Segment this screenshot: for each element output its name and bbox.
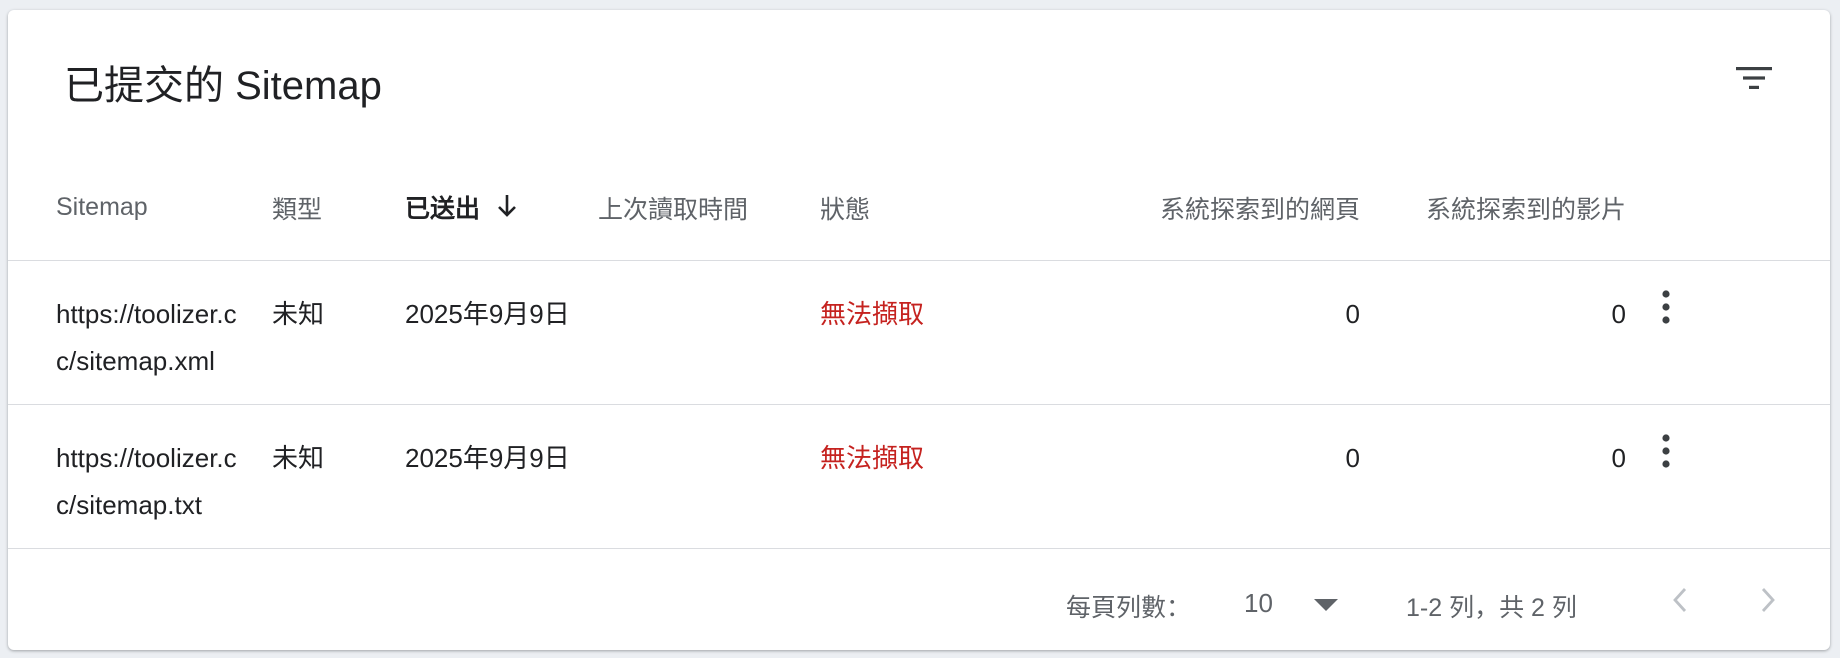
sitemap-url: https://toolizer.cc/sitemap.txt bbox=[56, 443, 237, 520]
pagination-range: 1-2 列，共 2 列 bbox=[1406, 594, 1577, 622]
sitemaps-table: Sitemap 類型 已送出 上次讀取時間 狀態 系統探索到的網頁 系統探索到的… bbox=[8, 155, 1830, 549]
header-pages-label: 系統探索到的網頁 bbox=[1159, 195, 1360, 224]
sitemap-type: 未知 bbox=[272, 443, 325, 473]
sitemap-type: 未知 bbox=[272, 299, 325, 329]
sitemap-url: https://toolizer.cc/sitemap.xml bbox=[56, 299, 237, 376]
chevron-left-icon bbox=[1673, 588, 1687, 612]
rows-per-page-value: 10 bbox=[1244, 588, 1273, 618]
cell-pages: 0 bbox=[1000, 404, 1360, 549]
filter-list-icon bbox=[1736, 67, 1772, 89]
table-row[interactable]: https://toolizer.cc/sitemap.txt 未知 2025年… bbox=[8, 404, 1830, 549]
cell-videos: 0 bbox=[1360, 404, 1626, 549]
cell-last-read bbox=[598, 260, 820, 405]
header-last-read-label: 上次讀取時間 bbox=[598, 195, 749, 224]
header-videos[interactable]: 系統探索到的影片 bbox=[1360, 155, 1626, 261]
table-row[interactable]: https://toolizer.cc/sitemap.xml 未知 2025年… bbox=[8, 260, 1830, 405]
cell-submitted: 2025年9月9日 bbox=[405, 260, 598, 405]
header-spacer bbox=[8, 155, 56, 261]
card-title: 已提交的 Sitemap bbox=[64, 64, 382, 108]
discovered-pages-count: 0 bbox=[1345, 443, 1360, 473]
header-status[interactable]: 狀態 bbox=[820, 155, 1000, 261]
next-page-button[interactable] bbox=[1740, 572, 1796, 628]
discovered-pages-count: 0 bbox=[1345, 299, 1360, 329]
row-spacer bbox=[8, 404, 56, 549]
chevron-right-icon bbox=[1761, 588, 1775, 612]
header-videos-label: 系統探索到的影片 bbox=[1425, 195, 1626, 224]
rows-per-page-select[interactable]: 10 bbox=[1244, 578, 1340, 626]
cell-status: 無法擷取 bbox=[820, 260, 1000, 405]
arrow-downward-icon bbox=[496, 193, 518, 226]
discovered-videos-count: 0 bbox=[1611, 299, 1626, 329]
cell-submitted: 2025年9月9日 bbox=[405, 404, 598, 549]
cell-last-read bbox=[598, 404, 820, 549]
cell-sitemap-url[interactable]: https://toolizer.cc/sitemap.txt bbox=[56, 404, 272, 549]
cell-actions bbox=[1626, 260, 1830, 405]
rows-per-page-label: 每頁列數： bbox=[1066, 594, 1192, 622]
arrow-drop-down-icon bbox=[1314, 598, 1338, 616]
last-read-time bbox=[598, 405, 820, 435]
header-submitted-label: 已送出 bbox=[405, 194, 481, 223]
header-sitemap-label: Sitemap bbox=[56, 193, 148, 221]
cell-sitemap-url[interactable]: https://toolizer.cc/sitemap.xml bbox=[56, 260, 272, 405]
header-status-label: 狀態 bbox=[820, 195, 871, 224]
table-header-row: Sitemap 類型 已送出 上次讀取時間 狀態 系統探索到的網頁 系統探索到的… bbox=[8, 155, 1830, 261]
submitted-date: 2025年9月9日 bbox=[405, 443, 570, 473]
header-actions bbox=[1626, 155, 1830, 261]
status-text: 無法擷取 bbox=[820, 299, 925, 329]
row-menu-button[interactable] bbox=[1642, 283, 1690, 331]
last-read-time bbox=[598, 261, 820, 291]
row-spacer bbox=[8, 260, 56, 405]
sitemaps-card: 已提交的 Sitemap Sitemap 類型 已送出 上次讀取時間 狀態 系統… bbox=[8, 10, 1830, 650]
submitted-date: 2025年9月9日 bbox=[405, 299, 570, 329]
status-text: 無法擷取 bbox=[820, 443, 925, 473]
cell-type: 未知 bbox=[272, 404, 405, 549]
cell-videos: 0 bbox=[1360, 260, 1626, 405]
header-last-read[interactable]: 上次讀取時間 bbox=[598, 155, 820, 261]
discovered-videos-count: 0 bbox=[1611, 443, 1626, 473]
cell-type: 未知 bbox=[272, 260, 405, 405]
pagination-bar: 每頁列數： 10 1-2 列，共 2 列 bbox=[8, 550, 1830, 650]
header-submitted[interactable]: 已送出 bbox=[405, 155, 598, 261]
cell-actions bbox=[1626, 404, 1830, 549]
previous-page-button[interactable] bbox=[1652, 572, 1708, 628]
card-header: 已提交的 Sitemap bbox=[56, 50, 1782, 110]
more-vert-icon bbox=[1662, 434, 1670, 468]
cell-pages: 0 bbox=[1000, 260, 1360, 405]
cell-status: 無法擷取 bbox=[820, 404, 1000, 549]
header-pages[interactable]: 系統探索到的網頁 bbox=[1000, 155, 1360, 261]
header-type-label: 類型 bbox=[272, 195, 323, 224]
header-sitemap[interactable]: Sitemap bbox=[56, 155, 272, 261]
more-vert-icon bbox=[1662, 290, 1670, 324]
filter-button[interactable] bbox=[1726, 50, 1782, 106]
header-type[interactable]: 類型 bbox=[272, 155, 405, 261]
row-menu-button[interactable] bbox=[1642, 427, 1690, 475]
